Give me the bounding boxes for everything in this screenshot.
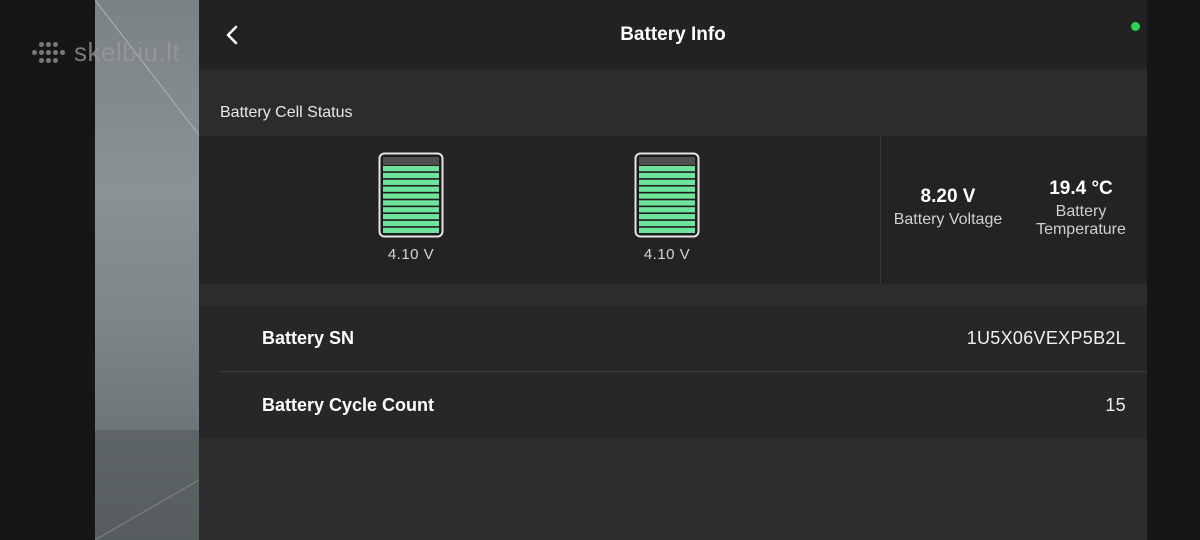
cell-voltage-label: 4.10 V [387,246,435,263]
battery-temperature-value: 19.4 °C [1049,178,1113,199]
cell-charge-segment [639,166,695,172]
cell-charge-segment [383,220,439,227]
battery-temperature-stat: 19.4 °C Battery Temperature [1027,178,1135,239]
cell-status-heading: Battery Cell Status [220,104,353,121]
left-system-bar [0,0,95,540]
camera-feed-strip [95,0,199,540]
back-button[interactable] [217,20,247,50]
header-bar: Battery Info [199,0,1147,69]
status-indicator [1131,22,1140,31]
battery-details-list: Battery SN 1U5X06VEXP5B2L Battery Cycle … [199,306,1147,438]
cell-charge-segment [639,200,695,206]
panel-divider [880,136,881,284]
battery-cell-1: 4.10 V [378,152,444,263]
battery-sn-row: Battery SN 1U5X06VEXP5B2L [220,306,1147,372]
cell-status-panel: 4.10 V 4.10 V 8.20 V Battery Voltage 19.… [199,136,1147,284]
battery-cell-2: 4.10 V [634,152,700,263]
cell-charge-segment [383,214,439,220]
page-title: Battery Info [620,23,726,45]
temperature-label-line-2: Temperature [1036,221,1126,238]
chevron-left-icon [226,25,238,45]
cell-charge-segment [639,220,695,227]
cell-charge-segment [639,186,695,192]
battery-sn-value: 1U5X06VEXP5B2L [966,328,1126,348]
cell-charge-segment [639,227,695,233]
watermark-logo-icon [32,42,68,64]
cell-charge-segment [639,172,695,179]
battery-voltage-value: 8.20 V [920,186,976,207]
cell-charge-segment [639,214,695,220]
cycle-count-row: Battery Cycle Count 15 [220,372,1147,438]
cell-charge-segment [383,227,439,233]
battery-cell-icon [378,152,444,238]
cell-charge-segment [639,193,695,199]
battery-info-screen: Battery Info Battery Cell Status 4.10 V … [199,0,1147,540]
cell-charge-segment [383,172,439,179]
battery-voltage-label: Battery Voltage [893,211,1003,228]
cell-charge-segment [383,200,439,206]
cycle-count-label: Battery Cycle Count [262,394,435,415]
battery-temperature-label: Battery Temperature [1027,203,1135,239]
watermark: skelbiu.lt [32,37,180,68]
cycle-count-value: 15 [1105,394,1126,415]
cell-charge-segment [383,186,439,192]
cell-charge-segment [639,207,695,213]
right-system-bar [1147,0,1200,540]
temperature-label-line-1: Battery [1055,203,1107,220]
cell-charge-segment [383,179,439,185]
watermark-text: skelbiu.lt [74,37,181,67]
battery-voltage-stat: 8.20 V Battery Voltage [885,186,1011,229]
battery-sn-label: Battery SN [262,328,355,348]
cell-charge-segment [383,193,439,199]
cell-charge-segment [383,207,439,213]
battery-cell-icon [634,152,700,238]
cell-charge-segment [639,179,695,185]
cell-voltage-label: 4.10 V [643,246,691,263]
cell-charge-segment [383,166,439,172]
